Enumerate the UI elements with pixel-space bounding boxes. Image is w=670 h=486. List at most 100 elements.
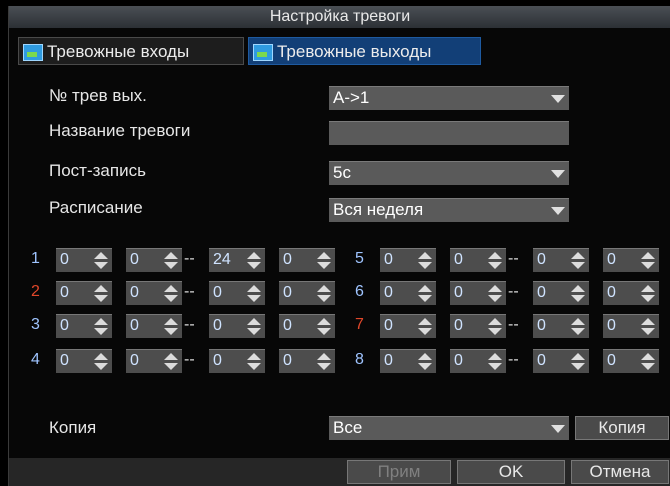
arrow-up-icon[interactable] bbox=[641, 285, 655, 292]
arrow-down-icon[interactable] bbox=[571, 295, 585, 302]
arrow-up-icon[interactable] bbox=[94, 353, 108, 360]
tab-alarm-outputs[interactable]: Тревожные выходы bbox=[248, 37, 481, 65]
arrow-up-icon[interactable] bbox=[418, 318, 432, 325]
arrow-up-icon[interactable] bbox=[488, 285, 502, 292]
time-spinner[interactable]: 0 bbox=[380, 281, 436, 305]
arrow-down-icon[interactable] bbox=[247, 363, 261, 370]
copy-target-select[interactable]: Все bbox=[329, 416, 569, 440]
arrow-up-icon[interactable] bbox=[94, 318, 108, 325]
arrow-down-icon[interactable] bbox=[247, 328, 261, 335]
arrow-down-icon[interactable] bbox=[418, 328, 432, 335]
arrow-down-icon[interactable] bbox=[641, 328, 655, 335]
time-spinner[interactable]: 0 bbox=[279, 314, 335, 338]
time-spinner[interactable]: 0 bbox=[450, 281, 506, 305]
arrow-up-icon[interactable] bbox=[571, 285, 585, 292]
time-spinner[interactable]: 0 bbox=[126, 314, 182, 338]
arrow-down-icon[interactable] bbox=[317, 328, 331, 335]
time-spinner[interactable]: 0 bbox=[533, 349, 589, 373]
arrow-up-icon[interactable] bbox=[164, 353, 178, 360]
arrow-up-icon[interactable] bbox=[317, 318, 331, 325]
arrow-down-icon[interactable] bbox=[418, 363, 432, 370]
arrow-up-icon[interactable] bbox=[317, 353, 331, 360]
arrow-down-icon[interactable] bbox=[571, 262, 585, 269]
arrow-up-icon[interactable] bbox=[571, 252, 585, 259]
schedule-select[interactable]: Вся неделя bbox=[329, 198, 569, 222]
time-spinner[interactable]: 0 bbox=[533, 248, 589, 272]
arrow-down-icon[interactable] bbox=[571, 363, 585, 370]
arrow-up-icon[interactable] bbox=[641, 353, 655, 360]
time-spinner[interactable]: 0 bbox=[533, 314, 589, 338]
time-spinner[interactable]: 0 bbox=[126, 349, 182, 373]
arrow-down-icon[interactable] bbox=[317, 363, 331, 370]
arrow-up-icon[interactable] bbox=[488, 252, 502, 259]
time-spinner[interactable]: 0 bbox=[603, 281, 659, 305]
time-spinner[interactable]: 0 bbox=[209, 281, 265, 305]
arrow-down-icon[interactable] bbox=[94, 328, 108, 335]
time-spinner[interactable]: 0 bbox=[603, 248, 659, 272]
time-spinner[interactable]: 0 bbox=[279, 349, 335, 373]
time-spinner[interactable]: 0 bbox=[450, 349, 506, 373]
time-spinner[interactable]: 0 bbox=[209, 349, 265, 373]
tab-alarm-inputs[interactable]: Тревожные входы bbox=[18, 37, 244, 65]
time-spinner[interactable]: 0 bbox=[56, 314, 112, 338]
time-spinner[interactable]: 0 bbox=[56, 248, 112, 272]
time-spinner[interactable]: 0 bbox=[209, 314, 265, 338]
time-spinner[interactable]: 0 bbox=[450, 248, 506, 272]
arrow-up-icon[interactable] bbox=[571, 318, 585, 325]
time-spinner[interactable]: 0 bbox=[380, 349, 436, 373]
time-spinner[interactable]: 24 bbox=[209, 248, 265, 272]
time-spinner[interactable]: 0 bbox=[380, 248, 436, 272]
apply-button[interactable]: Прим bbox=[347, 460, 451, 484]
post-record-select[interactable]: 5с bbox=[329, 161, 569, 185]
arrow-down-icon[interactable] bbox=[641, 295, 655, 302]
arrow-down-icon[interactable] bbox=[641, 363, 655, 370]
time-spinner[interactable]: 0 bbox=[126, 248, 182, 272]
arrow-up-icon[interactable] bbox=[164, 252, 178, 259]
arrow-up-icon[interactable] bbox=[418, 353, 432, 360]
arrow-up-icon[interactable] bbox=[164, 318, 178, 325]
arrow-down-icon[interactable] bbox=[488, 295, 502, 302]
arrow-up-icon[interactable] bbox=[247, 252, 261, 259]
arrow-down-icon[interactable] bbox=[488, 363, 502, 370]
time-spinner[interactable]: 0 bbox=[126, 281, 182, 305]
arrow-up-icon[interactable] bbox=[94, 252, 108, 259]
time-spinner[interactable]: 0 bbox=[56, 281, 112, 305]
arrow-down-icon[interactable] bbox=[571, 328, 585, 335]
ok-button[interactable]: OK bbox=[457, 460, 565, 484]
copy-button[interactable]: Копия bbox=[575, 416, 669, 440]
time-spinner[interactable]: 0 bbox=[279, 248, 335, 272]
arrow-up-icon[interactable] bbox=[317, 285, 331, 292]
arrow-down-icon[interactable] bbox=[164, 295, 178, 302]
arrow-up-icon[interactable] bbox=[247, 353, 261, 360]
arrow-down-icon[interactable] bbox=[317, 262, 331, 269]
arrow-down-icon[interactable] bbox=[164, 262, 178, 269]
arrow-down-icon[interactable] bbox=[418, 262, 432, 269]
arrow-down-icon[interactable] bbox=[317, 295, 331, 302]
time-spinner[interactable]: 0 bbox=[380, 314, 436, 338]
arrow-down-icon[interactable] bbox=[164, 363, 178, 370]
arrow-up-icon[interactable] bbox=[571, 353, 585, 360]
arrow-down-icon[interactable] bbox=[247, 262, 261, 269]
arrow-up-icon[interactable] bbox=[94, 285, 108, 292]
arrow-up-icon[interactable] bbox=[418, 285, 432, 292]
arrow-up-icon[interactable] bbox=[164, 285, 178, 292]
cancel-button[interactable]: Отмена bbox=[571, 460, 669, 484]
arrow-up-icon[interactable] bbox=[488, 318, 502, 325]
arrow-up-icon[interactable] bbox=[641, 318, 655, 325]
alarm-out-no-select[interactable]: A->1 bbox=[329, 86, 569, 110]
time-spinner[interactable]: 0 bbox=[56, 349, 112, 373]
time-spinner[interactable]: 0 bbox=[533, 281, 589, 305]
arrow-down-icon[interactable] bbox=[488, 262, 502, 269]
arrow-down-icon[interactable] bbox=[94, 295, 108, 302]
arrow-down-icon[interactable] bbox=[164, 328, 178, 335]
arrow-up-icon[interactable] bbox=[317, 252, 331, 259]
time-spinner[interactable]: 0 bbox=[450, 314, 506, 338]
time-spinner[interactable]: 0 bbox=[603, 314, 659, 338]
arrow-down-icon[interactable] bbox=[641, 262, 655, 269]
alarm-name-input[interactable] bbox=[329, 121, 569, 145]
arrow-down-icon[interactable] bbox=[418, 295, 432, 302]
arrow-up-icon[interactable] bbox=[247, 318, 261, 325]
arrow-up-icon[interactable] bbox=[247, 285, 261, 292]
arrow-down-icon[interactable] bbox=[94, 363, 108, 370]
arrow-down-icon[interactable] bbox=[247, 295, 261, 302]
